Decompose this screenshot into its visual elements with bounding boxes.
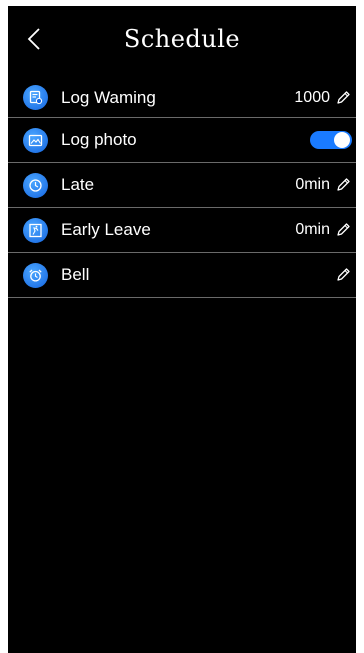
late-row[interactable]: Late 0min xyxy=(8,163,356,208)
alarm-clock-icon xyxy=(23,262,48,288)
bell-label: Bell xyxy=(61,265,90,284)
clock-icon xyxy=(23,172,48,198)
bell-row[interactable]: Bell xyxy=(8,253,356,298)
log-warning-value: 1000 xyxy=(294,88,330,106)
log-photo-toggle[interactable] xyxy=(310,131,352,149)
photo-icon xyxy=(23,127,48,153)
early-leave-label: Early Leave xyxy=(61,220,151,239)
log-warning-row[interactable]: Log Waming 1000 xyxy=(8,78,356,118)
early-leave-value: 0min xyxy=(295,221,330,238)
exit-door-icon xyxy=(23,217,48,243)
toggle-knob xyxy=(334,132,350,148)
page-title: Schedule xyxy=(123,25,241,53)
settings-list: Log Waming 1000 Log photo Late 0min Earl… xyxy=(8,78,356,298)
late-label: Late xyxy=(61,175,95,194)
edit-icon[interactable] xyxy=(335,90,351,106)
early-leave-row[interactable]: Early Leave 0min xyxy=(8,208,356,253)
edit-icon[interactable] xyxy=(335,177,351,193)
edit-icon[interactable] xyxy=(335,222,351,238)
schedule-screen: Schedule Log Waming 1000 Log photo Late … xyxy=(8,6,356,653)
log-photo-row[interactable]: Log photo xyxy=(8,118,356,163)
log-warning-label: Log Waming xyxy=(61,87,156,107)
header: Schedule xyxy=(8,6,356,76)
edit-icon[interactable] xyxy=(335,267,351,283)
log-document-icon xyxy=(23,85,48,110)
late-value: 0min xyxy=(295,176,330,193)
log-photo-label: Log photo xyxy=(61,130,137,149)
